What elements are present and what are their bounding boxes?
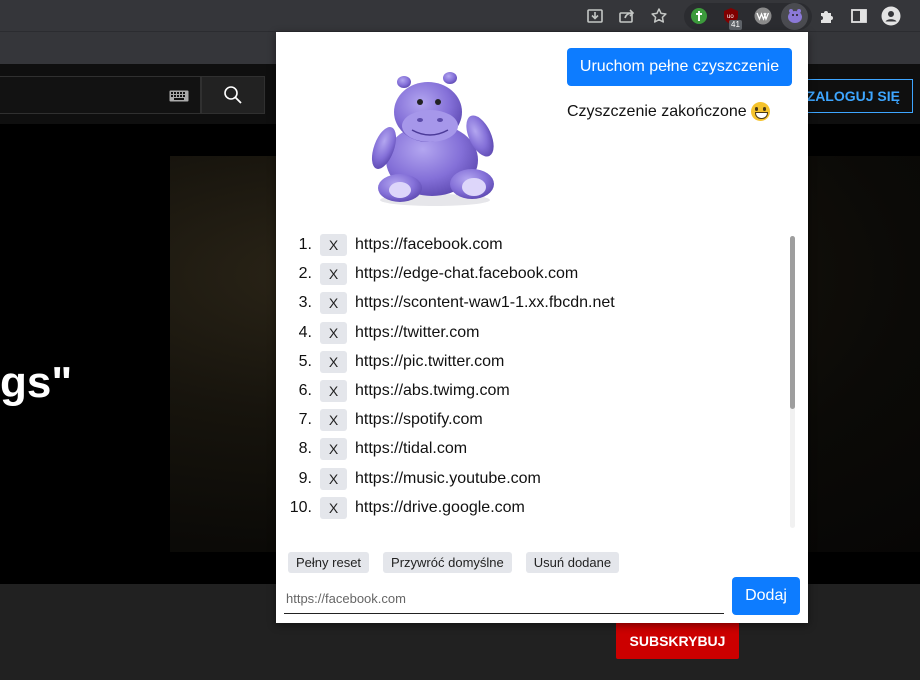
video-title-overlay: gs" — [0, 358, 73, 407]
list-item-number: 10. — [289, 499, 312, 516]
keyboard-icon[interactable] — [169, 89, 189, 107]
remove-item-button[interactable]: X — [320, 234, 347, 256]
extensions-puzzle-icon[interactable] — [816, 5, 838, 27]
list-item: 6. X https://abs.twimg.com — [276, 380, 776, 402]
list-actions: Pełny reset Przywróć domyślne Usuń dodan… — [288, 552, 620, 573]
add-domain-button[interactable]: Dodaj — [732, 577, 800, 615]
list-item-url: https://scontent-waw1-1.xx.fbcdn.net — [355, 294, 615, 311]
remove-item-button[interactable]: X — [320, 351, 347, 373]
subscribe-label: SUBSKRYBUJ — [629, 632, 726, 649]
list-item-url: https://abs.twimg.com — [355, 382, 510, 399]
list-item-url: https://spotify.com — [355, 411, 483, 428]
install-app-icon[interactable] — [584, 5, 606, 27]
profile-avatar-icon[interactable] — [880, 5, 902, 27]
domain-url-input[interactable] — [284, 584, 724, 614]
green-extension-icon[interactable] — [688, 5, 710, 27]
list-item-number: 7. — [298, 411, 312, 428]
run-full-cleanup-label: Uruchom pełne czyszczenie — [579, 58, 780, 75]
run-full-cleanup-button[interactable]: Uruchom pełne czyszczenie — [567, 48, 792, 86]
domain-list-scrollbar[interactable] — [790, 236, 795, 528]
remove-item-button[interactable]: X — [320, 322, 347, 344]
youtube-search-button[interactable] — [201, 76, 265, 114]
scrollbar-thumb[interactable] — [790, 236, 795, 409]
remove-item-button[interactable]: X — [320, 292, 347, 314]
remove-item-button[interactable]: X — [320, 468, 347, 490]
subscribe-button[interactable]: SUBSKRYBUJ — [616, 622, 739, 659]
list-item-number: 6. — [298, 382, 312, 399]
list-item-url: https://twitter.com — [355, 324, 480, 341]
list-item-url: https://edge-chat.facebook.com — [355, 265, 579, 282]
domain-list: 1. X https://facebook.com 2. X https://e… — [276, 232, 798, 529]
list-item-number: 1. — [298, 236, 312, 253]
vv-extension-icon[interactable] — [752, 5, 774, 27]
cleanup-status: Czyszczenie zakończone — [567, 102, 770, 121]
list-item: 10. X https://drive.google.com — [276, 497, 776, 519]
add-domain-label: Dodaj — [745, 587, 787, 604]
hippo-mascot-image — [371, 72, 494, 206]
list-item-url: https://music.youtube.com — [355, 470, 541, 487]
list-item: 7. X https://spotify.com — [276, 409, 776, 431]
list-item: 5. X https://pic.twitter.com — [276, 351, 776, 373]
list-item-number: 2. — [298, 265, 312, 282]
list-item-url: https://pic.twitter.com — [355, 353, 505, 370]
ublock-badge: 41 — [729, 20, 742, 30]
remove-item-button[interactable]: X — [320, 409, 347, 431]
share-icon[interactable] — [616, 5, 638, 27]
full-reset-button[interactable]: Pełny reset — [288, 552, 370, 573]
list-item-number: 5. — [298, 353, 312, 370]
list-item-number: 9. — [298, 470, 312, 487]
remove-item-button[interactable]: X — [320, 380, 347, 402]
list-item-url: https://drive.google.com — [355, 499, 525, 516]
login-label: ZALOGUJ SIĘ — [806, 88, 900, 104]
remove-item-button[interactable]: X — [320, 438, 347, 460]
list-item-number: 3. — [298, 294, 312, 311]
list-item: 2. X https://edge-chat.facebook.com — [276, 263, 776, 285]
remove-item-button[interactable]: X — [320, 497, 347, 519]
list-item-url: https://facebook.com — [355, 236, 503, 253]
restore-defaults-button[interactable]: Przywróć domyślne — [383, 552, 512, 573]
hippo-extension-icon[interactable] — [784, 5, 806, 27]
list-item: 4. X https://twitter.com — [276, 322, 776, 344]
list-item-url: https://tidal.com — [355, 440, 468, 457]
login-button[interactable]: ZALOGUJ SIĘ — [800, 79, 913, 113]
list-item: 1. X https://facebook.com — [276, 234, 776, 256]
grinning-sweat-emoji-icon — [750, 102, 770, 121]
search-icon — [224, 86, 242, 104]
list-item-number: 8. — [298, 440, 312, 457]
list-item: 9. X https://music.youtube.com — [276, 468, 776, 490]
remove-item-button[interactable]: X — [320, 263, 347, 285]
browser-toolbar: uo 41 — [0, 0, 920, 32]
bookmark-star-icon[interactable] — [648, 5, 670, 27]
list-item: 3. X https://scontent-waw1-1.xx.fbcdn.ne… — [276, 292, 776, 314]
list-item-number: 4. — [298, 324, 312, 341]
list-item: 8. X https://tidal.com — [276, 438, 776, 460]
side-panel-icon[interactable] — [848, 5, 870, 27]
extension-popup: Uruchom pełne czyszczenie Czyszczenie za… — [276, 32, 808, 623]
cleanup-status-text: Czyszczenie zakończone — [567, 102, 747, 120]
remove-added-button[interactable]: Usuń dodane — [525, 552, 620, 573]
